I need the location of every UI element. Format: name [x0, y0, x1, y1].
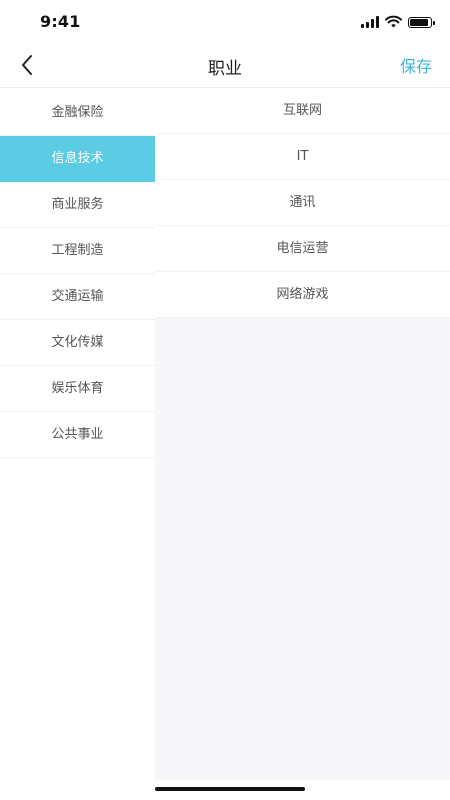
- subcategory-item[interactable]: 通讯: [155, 180, 450, 226]
- category-item[interactable]: 文化传媒: [0, 320, 155, 366]
- subcategory-item[interactable]: 网络游戏: [155, 272, 450, 318]
- status-time: 9:41: [40, 12, 81, 31]
- save-button[interactable]: 保存: [400, 53, 432, 77]
- subcategory-panel: 互联网 IT 通讯 电信运营 网络游戏: [155, 88, 450, 780]
- category-item[interactable]: 公共事业: [0, 412, 155, 458]
- status-icons: [361, 13, 435, 32]
- battery-icon: [408, 16, 435, 28]
- category-item[interactable]: 商业服务: [0, 182, 155, 228]
- nav-bar: 职业 保存: [0, 44, 450, 88]
- home-indicator: [155, 787, 305, 791]
- subcategory-list: 互联网 IT 通讯 电信运营 网络游戏: [155, 88, 450, 318]
- category-item[interactable]: 信息技术: [0, 136, 155, 182]
- category-item[interactable]: 金融保险: [0, 90, 155, 136]
- subcategory-item[interactable]: 互联网: [155, 88, 450, 134]
- category-list: 金融保险 信息技术 商业服务 工程制造 交通运输 文化传媒 娱乐体育 公共事业: [0, 90, 155, 458]
- subcategory-item[interactable]: 电信运营: [155, 226, 450, 272]
- category-item[interactable]: 交通运输: [0, 274, 155, 320]
- signal-icon: [361, 16, 379, 28]
- wifi-icon: [385, 13, 402, 32]
- page-title: 职业: [208, 59, 242, 79]
- battery-fill: [410, 18, 428, 26]
- category-item[interactable]: 娱乐体育: [0, 366, 155, 412]
- content-area: 金融保险 信息技术 商业服务 工程制造 交通运输 文化传媒 娱乐体育 公共事业 互联网 IT 通讯…: [0, 88, 450, 780]
- category-item[interactable]: 工程制造: [0, 228, 155, 274]
- status-bar: 9:41: [0, 0, 450, 44]
- subcategory-item[interactable]: IT: [155, 134, 450, 180]
